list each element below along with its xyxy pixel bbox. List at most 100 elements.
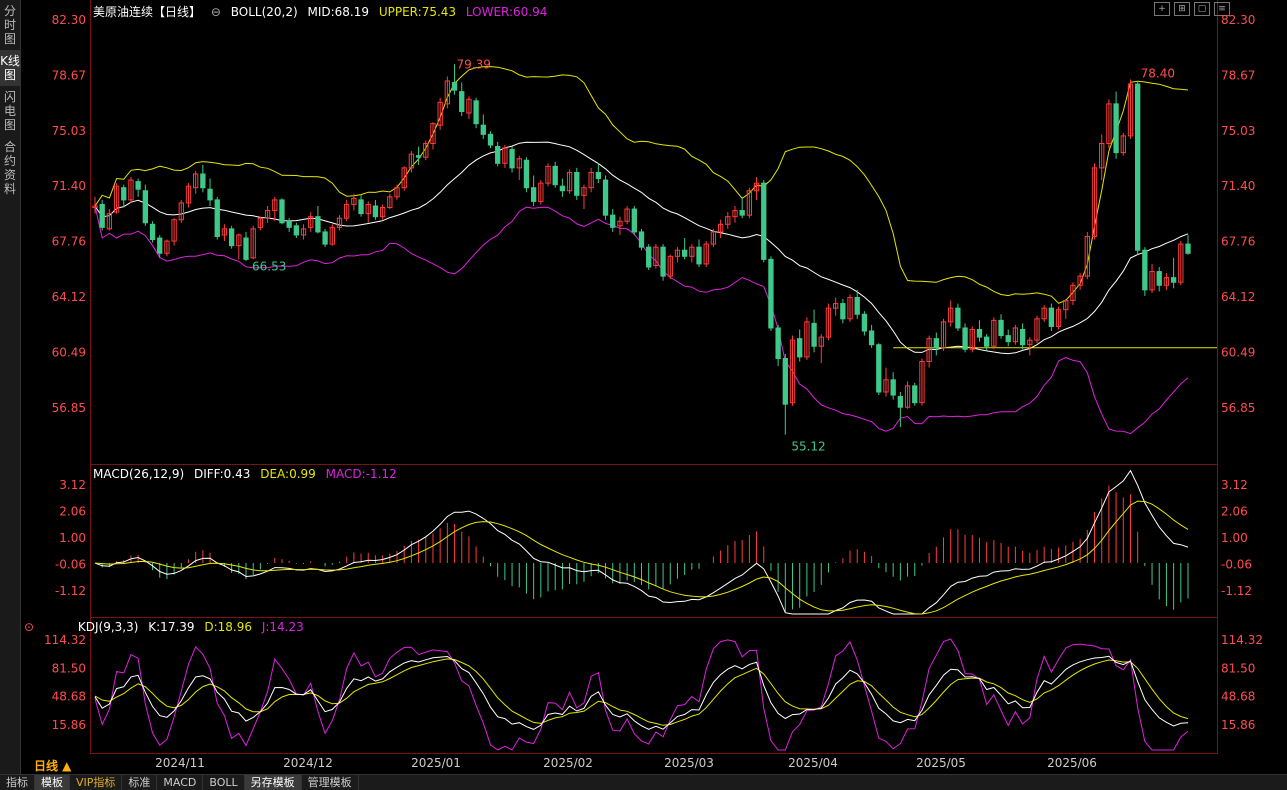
macd-tick-left: 1.00 <box>59 531 86 545</box>
candle-body <box>135 181 141 190</box>
candle-body <box>1005 335 1011 343</box>
candle-body <box>811 322 817 347</box>
candle-body <box>372 205 379 218</box>
price-tick-left: 78.67 <box>52 68 86 82</box>
tab-macd[interactable]: MACD <box>157 775 204 790</box>
kdj-tick-right: 114.32 <box>1221 633 1263 647</box>
candle-body <box>912 385 918 404</box>
candle-body <box>861 313 868 332</box>
kdj-tick-right: 48.68 <box>1221 690 1255 704</box>
candle-body <box>660 246 666 277</box>
date-label: 2025/04 <box>788 756 838 770</box>
candle-body <box>782 357 788 405</box>
macd-tick-right: -1.12 <box>1221 584 1252 598</box>
candle-body <box>358 199 364 215</box>
candle-body <box>840 303 846 320</box>
price-tick-right: 60.49 <box>1221 346 1255 360</box>
date-label: 2025/06 <box>1047 756 1097 770</box>
macd-tick-right: 3.12 <box>1221 478 1248 492</box>
macd-tick-left: -0.06 <box>55 558 86 572</box>
candle-body <box>559 185 566 192</box>
candle-body <box>415 155 422 158</box>
candle-body <box>681 249 688 257</box>
candle-body <box>459 91 465 112</box>
price-tick-right: 64.12 <box>1221 290 1255 304</box>
candle-body <box>207 188 213 201</box>
tab-save-template[interactable]: 另存模板 <box>244 775 302 790</box>
candle-body <box>890 379 896 396</box>
candle-body <box>99 203 105 228</box>
candle-body <box>768 258 774 329</box>
candle-body <box>523 159 530 189</box>
date-label: 2025/03 <box>664 756 714 770</box>
candle-body <box>293 225 299 236</box>
candle-body <box>610 214 616 228</box>
kdj-tick-right: 15.86 <box>1221 718 1255 732</box>
candle-body <box>933 338 939 349</box>
macd-dea-line <box>94 500 1189 615</box>
price-tick-right: 82.30 <box>1221 13 1255 27</box>
period-selector[interactable]: 日线 ▲ <box>34 757 71 774</box>
tab-standard[interactable]: 标准 <box>122 775 158 790</box>
candle-body <box>149 223 156 241</box>
kdj-tick-left: 48.68 <box>52 690 86 704</box>
candle-body <box>797 338 803 358</box>
candle-body <box>868 330 875 346</box>
macd-tick-left: -1.12 <box>55 584 86 598</box>
candle-body <box>976 328 983 338</box>
candle-body <box>509 149 515 169</box>
candle-body <box>315 216 321 233</box>
tab-vip-indicator[interactable]: VIP指标 <box>70 775 123 790</box>
date-label: 2025/05 <box>916 756 966 770</box>
macd-diff-line <box>94 469 1189 615</box>
candle-body <box>279 199 285 224</box>
candle-body <box>530 187 537 202</box>
candle-body <box>775 327 781 359</box>
price-tick-left: 64.12 <box>52 290 86 304</box>
candle-body <box>1156 271 1162 286</box>
price-tick-right: 75.03 <box>1221 124 1255 138</box>
kdj-tick-right: 81.50 <box>1221 661 1255 675</box>
candle-body <box>1113 103 1119 154</box>
candle-body <box>631 208 637 233</box>
candle-body <box>646 246 652 268</box>
candle-body <box>955 307 961 329</box>
candle-body <box>121 187 127 201</box>
price-tick-right: 71.40 <box>1221 179 1255 193</box>
price-tick-left: 56.85 <box>52 401 86 415</box>
candle-body <box>998 319 1004 337</box>
candle-body <box>761 182 767 260</box>
date-label: 2025/01 <box>411 756 461 770</box>
price-tick-left: 71.40 <box>52 179 86 193</box>
candle-body <box>696 246 702 265</box>
candle-body <box>854 296 860 315</box>
macd-tick-right: 1.00 <box>1221 531 1248 545</box>
high-annotation: 79.39 <box>457 57 491 71</box>
price-tick-left: 75.03 <box>52 124 86 138</box>
tab-indicator[interactable]: 指标 <box>0 775 35 790</box>
candle-body <box>473 100 479 125</box>
candle-body <box>962 327 968 350</box>
low-annotation: 66.53 <box>252 259 286 273</box>
candle-body <box>1019 328 1026 346</box>
candle-body <box>228 228 235 247</box>
candle-body <box>552 165 558 186</box>
tab-template[interactable]: 模板 <box>35 775 70 790</box>
bottom-toolbar: 指标 模板 VIP指标 标准 MACD BOLL 另存模板 管理模板 <box>0 774 1287 790</box>
tab-boll[interactable]: BOLL <box>203 775 245 790</box>
date-label: 2024/11 <box>155 756 205 770</box>
candle-body <box>876 344 882 393</box>
candle-body <box>480 124 486 135</box>
candle-body <box>157 237 163 254</box>
low-annotation: 55.12 <box>791 439 825 453</box>
candle-body <box>739 210 745 216</box>
candle-body <box>602 179 609 216</box>
high-annotation: 78.40 <box>1141 66 1175 80</box>
candle-body <box>1170 277 1177 283</box>
date-label: 2025/02 <box>543 756 593 770</box>
price-tick-left: 82.30 <box>52 13 86 27</box>
kdj-tick-left: 114.32 <box>44 633 86 647</box>
candle-body <box>638 231 645 248</box>
macd-tick-left: 3.12 <box>59 478 86 492</box>
tab-manage-template[interactable]: 管理模板 <box>302 775 359 790</box>
